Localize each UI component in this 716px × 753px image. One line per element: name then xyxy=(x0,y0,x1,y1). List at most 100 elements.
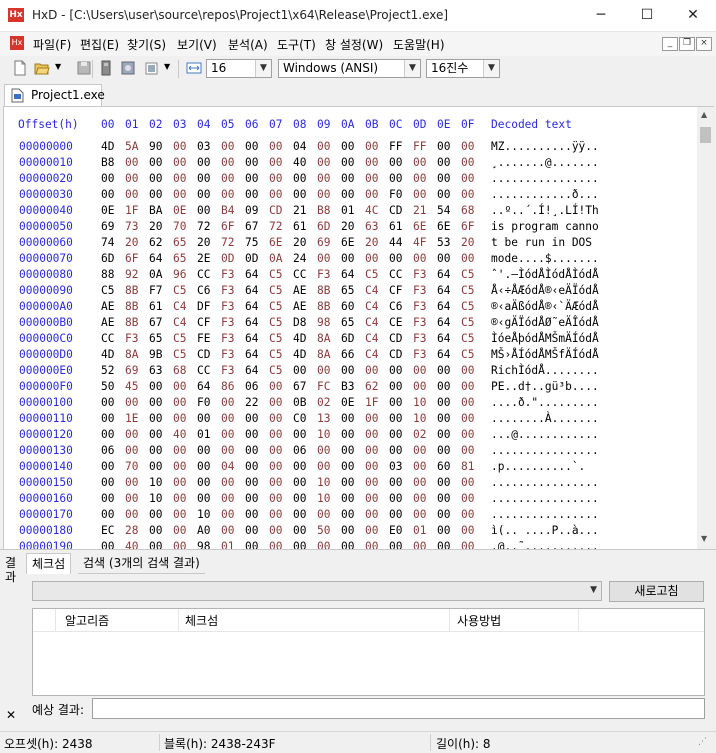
column-algorithm[interactable]: 알고리즘 xyxy=(65,612,109,629)
hex-byte[interactable]: 8B xyxy=(317,284,330,297)
tab-project1-exe[interactable]: Project1.exe xyxy=(4,84,105,106)
hex-byte[interactable]: 10 xyxy=(317,428,330,441)
hex-byte[interactable]: 00 xyxy=(269,380,282,393)
row-decoded-text[interactable]: Å‹÷ÅÆódÅ®‹eÄÏódÅ xyxy=(491,284,599,297)
hex-byte[interactable]: 00 xyxy=(197,476,210,489)
hex-byte[interactable]: 00 xyxy=(341,188,354,201)
hex-byte[interactable]: 01 xyxy=(197,428,210,441)
hex-byte[interactable]: 96 xyxy=(173,268,186,281)
row-decoded-text[interactable]: ..º..´.Í!¸.LÍ!Th xyxy=(491,204,599,217)
hex-byte[interactable]: 00 xyxy=(125,444,138,457)
hex-byte[interactable]: 00 xyxy=(101,188,114,201)
ram-icon[interactable] xyxy=(98,60,114,76)
hex-byte[interactable]: 20 xyxy=(341,220,354,233)
hex-byte[interactable]: 00 xyxy=(221,412,234,425)
hex-byte[interactable]: 64 xyxy=(437,284,450,297)
hex-byte[interactable]: 64 xyxy=(437,316,450,329)
hex-byte[interactable]: 00 xyxy=(461,540,474,549)
hex-byte[interactable]: 00 xyxy=(173,380,186,393)
hex-byte[interactable]: 00 xyxy=(149,524,162,537)
hex-byte[interactable]: 61 xyxy=(149,300,162,313)
hex-byte[interactable]: A0 xyxy=(197,524,210,537)
row-decoded-text[interactable]: MZ..........ÿÿ.. xyxy=(491,140,599,153)
hex-byte[interactable]: 00 xyxy=(173,508,186,521)
hex-byte[interactable]: 06 xyxy=(293,444,306,457)
row-decoded-text[interactable]: ˆ'.–ÌódÅÌódÅÌódÅ xyxy=(491,268,599,281)
hex-byte[interactable]: 6D xyxy=(101,252,114,265)
hex-byte[interactable]: 0E xyxy=(341,396,354,409)
hex-byte[interactable]: 00 xyxy=(293,540,306,549)
hex-byte[interactable]: 74 xyxy=(101,236,114,249)
hex-byte[interactable]: F3 xyxy=(221,332,234,345)
hex-byte[interactable]: 20 xyxy=(197,236,210,249)
hex-byte[interactable]: 00 xyxy=(437,444,450,457)
hex-byte[interactable]: 00 xyxy=(413,540,426,549)
hex-byte[interactable]: 00 xyxy=(461,380,474,393)
hex-byte[interactable]: 50 xyxy=(317,524,330,537)
hex-byte[interactable]: C5 xyxy=(173,284,186,297)
hex-byte[interactable]: 00 xyxy=(341,172,354,185)
hex-byte[interactable]: 00 xyxy=(413,444,426,457)
hex-byte[interactable]: 00 xyxy=(269,156,282,169)
bytes-per-row-select[interactable]: 16 ▼ xyxy=(206,59,272,78)
row-decoded-text[interactable]: ........À....... xyxy=(491,412,599,425)
hex-byte[interactable]: 69 xyxy=(125,364,138,377)
hex-byte[interactable]: 64 xyxy=(197,380,210,393)
hex-byte[interactable]: AE xyxy=(101,316,114,329)
hex-byte[interactable]: 00 xyxy=(245,156,258,169)
scroll-down-icon[interactable]: ▼ xyxy=(701,534,707,543)
hex-byte[interactable]: 6D xyxy=(317,220,330,233)
hex-byte[interactable]: 00 xyxy=(125,156,138,169)
hex-byte[interactable]: 00 xyxy=(341,140,354,153)
hex-byte[interactable]: 00 xyxy=(125,172,138,185)
hex-byte[interactable]: 02 xyxy=(317,396,330,409)
hex-byte[interactable]: C5 xyxy=(461,268,474,281)
hex-byte[interactable]: 00 xyxy=(341,428,354,441)
hex-row[interactable]: 00000170 00 00 00 00 10 00 00 00 00 00 00 00 00 00 00 00… xyxy=(4,508,694,524)
hex-byte[interactable]: 00 xyxy=(269,540,282,549)
hex-byte[interactable]: 8A xyxy=(317,348,330,361)
hex-byte[interactable]: 00 xyxy=(125,188,138,201)
hex-byte[interactable]: 02 xyxy=(413,428,426,441)
hex-byte[interactable]: 00 xyxy=(413,508,426,521)
hex-byte[interactable]: 03 xyxy=(197,140,210,153)
hex-byte[interactable]: 69 xyxy=(317,236,330,249)
hex-byte[interactable]: 00 xyxy=(437,172,450,185)
results-close-button[interactable]: ✕ xyxy=(6,708,16,722)
maximize-button[interactable]: ☐ xyxy=(624,0,670,30)
hex-byte[interactable]: 00 xyxy=(101,428,114,441)
hex-byte[interactable]: 00 xyxy=(389,172,402,185)
hex-byte[interactable]: 00 xyxy=(197,444,210,457)
hex-byte[interactable]: 00 xyxy=(389,380,402,393)
hex-byte[interactable]: F0 xyxy=(389,188,402,201)
hex-byte[interactable]: C4 xyxy=(365,332,378,345)
hex-byte[interactable]: 00 xyxy=(461,492,474,505)
hex-byte[interactable]: 00 xyxy=(173,188,186,201)
hex-byte[interactable]: 00 xyxy=(341,540,354,549)
close-button[interactable]: ✕ xyxy=(670,0,716,30)
hex-byte[interactable]: 72 xyxy=(221,236,234,249)
hex-byte[interactable]: F3 xyxy=(413,332,426,345)
hex-byte[interactable]: B4 xyxy=(221,204,234,217)
hex-byte[interactable]: 64 xyxy=(437,300,450,313)
hex-byte[interactable]: CD xyxy=(389,332,402,345)
hex-byte[interactable]: 98 xyxy=(317,316,330,329)
hex-byte[interactable]: 00 xyxy=(197,492,210,505)
hex-byte[interactable]: 00 xyxy=(269,524,282,537)
hex-byte[interactable]: 00 xyxy=(341,492,354,505)
hex-byte[interactable]: 00 xyxy=(269,140,282,153)
hex-byte[interactable]: 0A xyxy=(149,268,162,281)
hex-byte[interactable]: 00 xyxy=(437,412,450,425)
hex-byte[interactable]: 00 xyxy=(437,252,450,265)
hex-byte[interactable]: 00 xyxy=(389,252,402,265)
hex-byte[interactable]: 6F xyxy=(461,220,474,233)
hex-byte[interactable]: 00 xyxy=(245,172,258,185)
hex-byte[interactable]: 00 xyxy=(221,492,234,505)
algorithm-select[interactable]: ▼ xyxy=(32,581,602,601)
hex-byte[interactable]: D8 xyxy=(293,316,306,329)
hex-row[interactable]: 00000050 69 73 20 70 72 6F 67 72 61 6D 20 63 61 6E 6E 6F… xyxy=(4,220,694,236)
scroll-thumb[interactable] xyxy=(700,127,711,143)
hex-byte[interactable]: 00 xyxy=(269,172,282,185)
hex-byte[interactable]: 04 xyxy=(293,140,306,153)
hex-byte[interactable]: 60 xyxy=(341,300,354,313)
